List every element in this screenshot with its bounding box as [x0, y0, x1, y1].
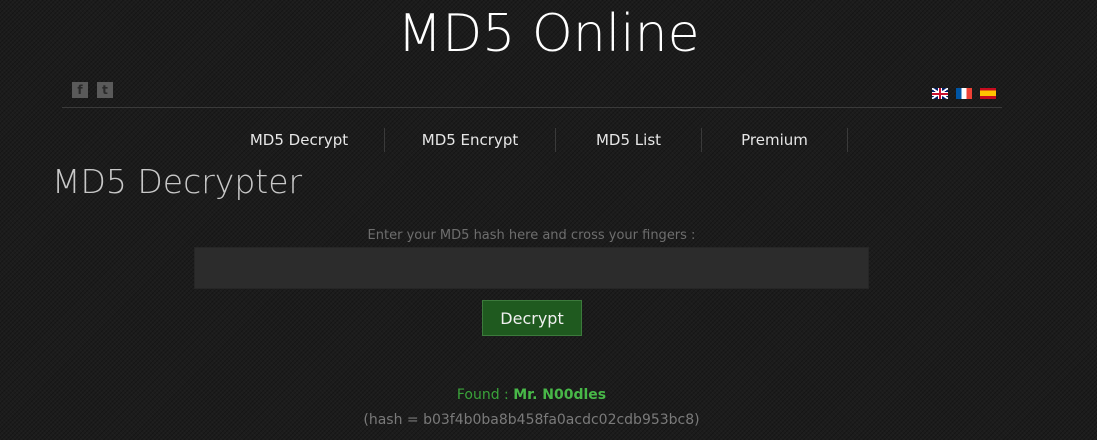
twitter-icon[interactable]: t — [97, 82, 113, 98]
facebook-icon[interactable]: f — [72, 82, 88, 98]
english-flag-icon[interactable] — [932, 88, 948, 99]
site-title: MD5 Online — [397, 4, 700, 64]
nav-item-md5-list[interactable]: MD5 List — [556, 128, 702, 152]
page-title: MD5 Decrypter — [52, 162, 303, 201]
found-label: Found : — [456, 387, 514, 403]
french-flag-icon[interactable] — [956, 88, 972, 99]
language-selector — [932, 88, 996, 99]
found-value: Mr. N00dles — [513, 387, 607, 403]
nav-item-md5-decrypt[interactable]: MD5 Decrypt — [214, 128, 385, 152]
main-nav: MD5 Decrypt MD5 Encrypt MD5 List Premium — [214, 128, 848, 152]
hash-input-label: Enter your MD5 hash here and cross your … — [367, 228, 696, 243]
result-found: Found : Mr. N00dles — [0, 387, 1063, 403]
header-divider — [62, 107, 1002, 108]
spanish-flag-icon[interactable] — [980, 88, 996, 99]
nav-item-md5-encrypt[interactable]: MD5 Encrypt — [385, 128, 556, 152]
decrypt-button[interactable]: Decrypt — [482, 300, 582, 336]
md5-hash-input[interactable] — [194, 247, 869, 289]
social-links: f t — [72, 82, 113, 98]
nav-item-premium[interactable]: Premium — [702, 128, 848, 152]
result-hash: (hash = b03f4b0ba8b458fa0acdc02cdb953bc8… — [363, 412, 700, 428]
